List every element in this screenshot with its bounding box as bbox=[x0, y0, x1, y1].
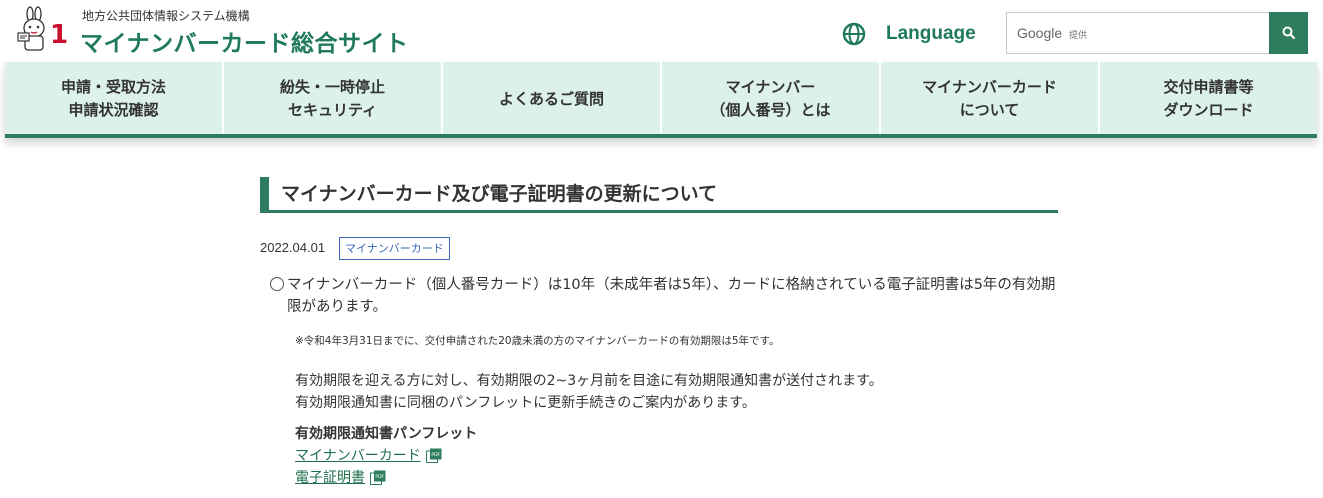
search-google-brand: Google bbox=[1017, 25, 1063, 41]
nav-item-label: 交付申請書等 ダウンロード bbox=[1163, 78, 1254, 119]
language-label: Language bbox=[886, 23, 976, 44]
bullet-circle-icon bbox=[270, 277, 284, 291]
notice-line-2: 有効期限通知書に同梱のパンフレットに更新手続きのご案内があります。 bbox=[295, 395, 756, 411]
nav-item-label: 申請・受取方法 申請状況確認 bbox=[60, 78, 166, 119]
link-label: マイナンバーカード bbox=[295, 448, 421, 464]
page-title: マイナンバーカード及び電子証明書の更新について bbox=[281, 183, 718, 205]
note-text: ※令和4年3月31日までに、交付申請された20歳未満の方のマイナンバーカードの有… bbox=[295, 335, 780, 347]
mascot-logo-icon[interactable] bbox=[16, 6, 52, 54]
language-selector[interactable]: Language bbox=[842, 20, 976, 48]
nav-item-label: よくあるご質問 bbox=[498, 89, 604, 108]
link-label: 電子証明書 bbox=[295, 470, 365, 486]
nav-item-faq[interactable]: よくあるご質問 bbox=[443, 62, 662, 134]
notice-line-1: 有効期限を迎える方に対し、有効期限の2~3ヶ月前を目途に有効期限通知書が送付され… bbox=[295, 373, 883, 389]
pdf-icon: PDF bbox=[370, 470, 386, 485]
site-title[interactable]: マイナンバーカード総合サイト bbox=[80, 24, 409, 58]
svg-text:PDF: PDF bbox=[375, 474, 384, 480]
link-my-number-card-pdf[interactable]: マイナンバーカード PDF bbox=[295, 445, 442, 465]
intro-paragraph: マイナンバーカード（個人番号カード）は10年（未成年者は5年）、カードに格納され… bbox=[287, 277, 1056, 315]
pamphlet-heading: 有効期限通知書パンフレット bbox=[295, 426, 478, 442]
page-title-bar: マイナンバーカード及び電子証明書の更新について bbox=[260, 177, 1058, 213]
post-date: 2022.04.01 bbox=[260, 240, 326, 255]
nav-item-my-number-card[interactable]: マイナンバーカード について bbox=[881, 62, 1100, 134]
link-certificate-pdf[interactable]: 電子証明書 PDF bbox=[295, 467, 386, 487]
org-name: 地方公共団体情報システム機構 bbox=[82, 9, 250, 23]
nav-item-label: マイナンバー （個人番号）とは bbox=[710, 78, 831, 119]
nav-item-my-number[interactable]: マイナンバー （個人番号）とは bbox=[662, 62, 881, 134]
search-icon bbox=[1282, 26, 1295, 40]
nav-item-label: マイナンバーカード について bbox=[922, 78, 1057, 119]
search-input[interactable]: Google 提供 bbox=[1006, 12, 1308, 54]
pdf-icon: PDF bbox=[425, 448, 442, 463]
nav-item-download[interactable]: 交付申請書等 ダウンロード bbox=[1100, 62, 1317, 134]
search-button[interactable] bbox=[1269, 12, 1308, 54]
notice-paragraph: 有効期限を迎える方に対し、有効期限の2~3ヶ月前を目途に有効期限通知書が送付され… bbox=[295, 370, 883, 414]
globe-icon bbox=[842, 22, 866, 46]
nav-item-label: 紛失・一時停止 セキュリティ bbox=[279, 78, 385, 119]
nav-item-loss-security[interactable]: 紛失・一時停止 セキュリティ bbox=[224, 62, 443, 134]
category-tag[interactable]: マイナンバーカード bbox=[339, 237, 450, 260]
site-header: 1 地方公共団体情報システム機構 マイナンバーカード総合サイト Language… bbox=[0, 0, 1323, 62]
logo-number: 1 bbox=[50, 20, 69, 50]
search-provided-label: 提供 bbox=[1069, 31, 1088, 41]
nav-item-application[interactable]: 申請・受取方法 申請状況確認 bbox=[5, 62, 224, 134]
global-nav: 申請・受取方法 申請状況確認 紛失・一時停止 セキュリティ よくあるご質問 マイ… bbox=[5, 62, 1317, 138]
svg-text:PDF: PDF bbox=[431, 452, 440, 458]
